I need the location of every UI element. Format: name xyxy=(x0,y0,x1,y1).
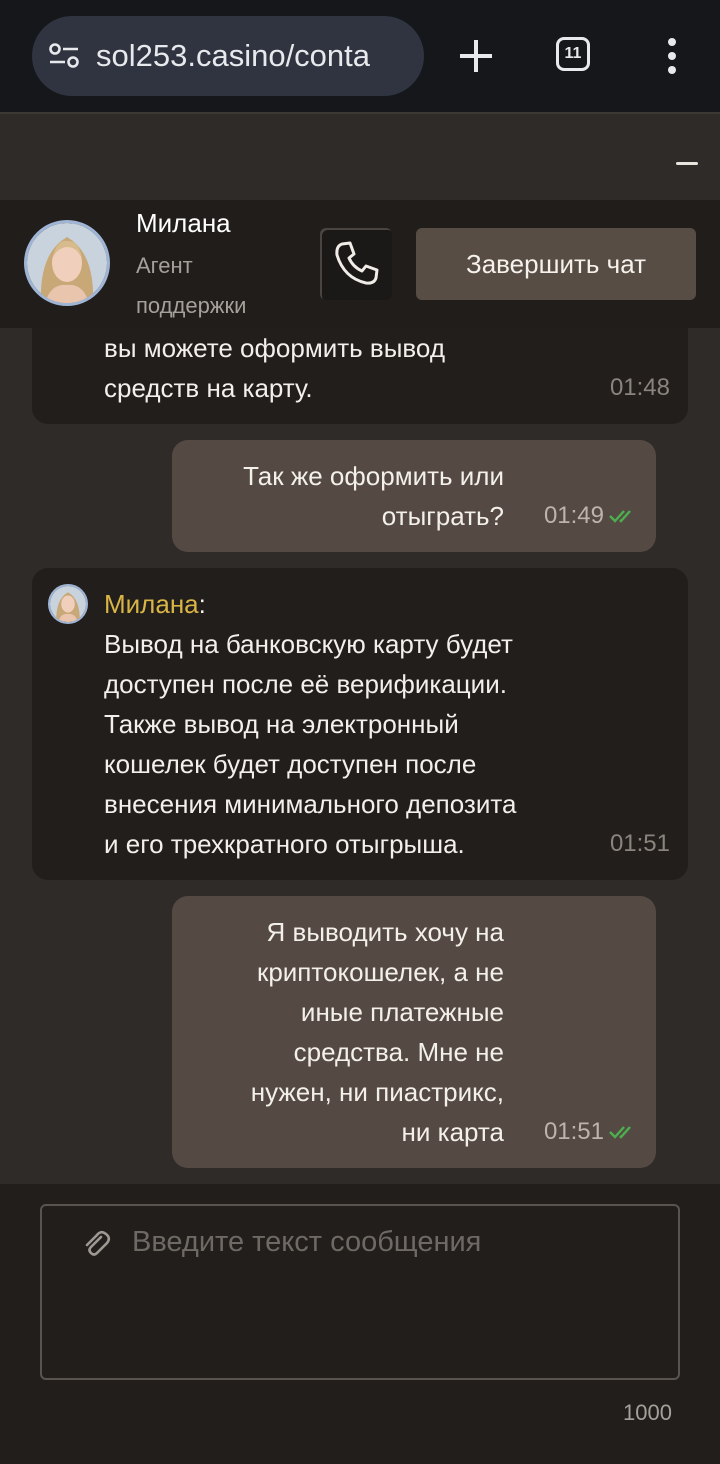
address-bar[interactable]: sol253.casino/conta xyxy=(32,16,424,96)
agent-role: Агент поддержки xyxy=(136,253,247,318)
message-text: Так же оформить или отыграть? xyxy=(243,461,504,531)
message-time: 01:49 xyxy=(543,502,604,529)
site-settings-icon[interactable] xyxy=(48,42,80,70)
sender-avatar xyxy=(48,584,88,624)
message-list[interactable]: вы можете оформить вывод средств на карт… xyxy=(0,328,720,1184)
attach-icon[interactable] xyxy=(80,1228,112,1260)
call-button[interactable] xyxy=(320,228,392,300)
sender-name-text: Милана xyxy=(104,589,199,619)
message-time: 01:48 xyxy=(609,374,670,401)
message-outgoing: Так же оформить или отыграть? 01:49 xyxy=(172,440,656,552)
agent-header: Милана Агент поддержки Завершить чат xyxy=(0,200,720,328)
message-incoming: вы можете оформить вывод средств на карт… xyxy=(32,328,688,424)
agent-avatar xyxy=(24,220,110,306)
message-outgoing: Я выводить хочу на криптокошелек, а не и… xyxy=(172,896,656,1168)
message-time: 01:51 xyxy=(543,1118,604,1145)
message-incoming: Милана: Вывод на банковскую карту будет … xyxy=(32,568,688,880)
agent-name: Милана xyxy=(136,208,231,238)
new-tab-icon[interactable] xyxy=(456,36,496,76)
url-text[interactable]: sol253.casino/conta xyxy=(96,38,370,74)
message-placeholder: Введите текст сообщения xyxy=(132,1226,482,1258)
message-composer: Введите текст сообщения 1000 xyxy=(0,1184,720,1464)
message-text: вы можете оформить вывод средств на карт… xyxy=(104,333,445,403)
read-check-icon xyxy=(609,510,631,523)
tab-switcher-button[interactable]: 11 xyxy=(556,37,590,71)
message-text: Я выводить хочу на криптокошелек, а не и… xyxy=(250,917,504,1147)
browser-toolbar: sol253.casino/conta 11 xyxy=(0,0,720,112)
chat-widget-topbar xyxy=(0,112,720,200)
sender-name: Милана: xyxy=(104,589,206,619)
message-time: 01:51 xyxy=(609,830,670,857)
more-menu-icon[interactable] xyxy=(660,36,684,76)
char-counter: 1000 xyxy=(623,1400,672,1425)
message-input[interactable]: Введите текст сообщения xyxy=(40,1204,680,1380)
read-check-icon xyxy=(609,1126,631,1139)
minimize-icon[interactable] xyxy=(676,162,698,165)
end-chat-button[interactable]: Завершить чат xyxy=(416,228,696,300)
message-text: Вывод на банковскую карту будет доступен… xyxy=(104,629,517,859)
phone-icon xyxy=(335,241,379,285)
